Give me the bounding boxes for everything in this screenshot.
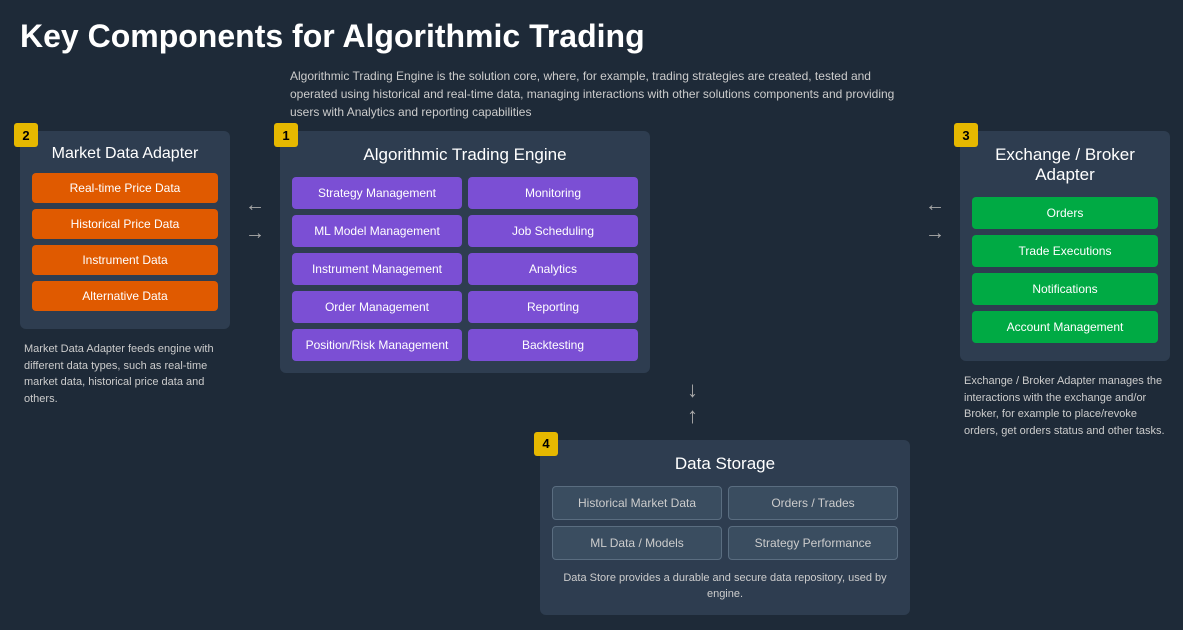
orders-trades-btn: Orders / Trades (728, 486, 898, 520)
job-scheduling-btn: Job Scheduling (468, 215, 638, 247)
right-arrow-symbol: → (245, 219, 265, 247)
engine-panel: 1 Algorithmic Trading Engine Strategy Ma… (280, 131, 650, 373)
up-arrow: ↑ (687, 403, 698, 429)
right-arrow-left: ← (925, 191, 945, 219)
reporting-btn: Reporting (468, 291, 638, 323)
storage-note: Data Store provides a durable and secure… (552, 570, 898, 603)
analytics-btn: Analytics (468, 253, 638, 285)
trade-executions-btn: Trade Executions (972, 235, 1158, 267)
storage-title: Data Storage (552, 454, 898, 474)
diagram-area: 2 Market Data Adapter Real-time Price Da… (20, 131, 1163, 615)
account-management-btn: Account Management (972, 311, 1158, 343)
down-arrow: ↓ (687, 377, 698, 403)
exchange-badge: 3 (954, 123, 978, 147)
center-col: 1 Algorithmic Trading Engine Strategy Ma… (280, 131, 910, 615)
storage-badge: 4 (534, 432, 558, 456)
strategy-management-btn: Strategy Management (292, 177, 462, 209)
market-adapter-title: Market Data Adapter (32, 145, 218, 163)
instrument-management-btn: Instrument Management (292, 253, 462, 285)
notifications-btn: Notifications (972, 273, 1158, 305)
engine-title: Algorithmic Trading Engine (292, 145, 638, 165)
vertical-arrows: ↓ ↑ (475, 377, 910, 430)
description: Algorithmic Trading Engine is the soluti… (290, 67, 910, 121)
ml-model-management-btn: ML Model Management (292, 215, 462, 247)
engine-grid: Strategy Management Monitoring ML Model … (292, 177, 638, 361)
right-arrow-right: → (925, 219, 945, 247)
position-risk-btn: Position/Risk Management (292, 329, 462, 361)
market-adapter-note: Market Data Adapter feeds engine with di… (20, 341, 230, 407)
storage-panel: 4 Data Storage Historical Market Data Or… (540, 440, 910, 615)
monitoring-btn: Monitoring (468, 177, 638, 209)
real-time-price-btn: Real-time Price Data (32, 173, 218, 203)
historical-price-btn: Historical Price Data (32, 209, 218, 239)
exchange-note: Exchange / Broker Adapter manages the in… (960, 373, 1170, 439)
market-adapter-badge: 2 (14, 123, 38, 147)
alternative-data-btn: Alternative Data (32, 281, 218, 311)
historical-market-data-btn: Historical Market Data (552, 486, 722, 520)
storage-grid: Historical Market Data Orders / Trades M… (552, 486, 898, 560)
exchange-title: Exchange / Broker Adapter (972, 145, 1158, 185)
instrument-data-btn: Instrument Data (32, 245, 218, 275)
left-arrow: ← → (230, 191, 280, 247)
backtesting-btn: Backtesting (468, 329, 638, 361)
left-arrow-symbol: ← (245, 191, 265, 219)
orders-btn: Orders (972, 197, 1158, 229)
engine-badge: 1 (274, 123, 298, 147)
main-title: Key Components for Algorithmic Trading (20, 18, 1163, 55)
strategy-performance-btn: Strategy Performance (728, 526, 898, 560)
ml-data-models-btn: ML Data / Models (552, 526, 722, 560)
market-adapter-panel: 2 Market Data Adapter Real-time Price Da… (20, 131, 230, 329)
page: Key Components for Algorithmic Trading A… (0, 0, 1183, 625)
exchange-panel: 3 Exchange / Broker Adapter Orders Trade… (960, 131, 1170, 361)
order-management-btn: Order Management (292, 291, 462, 323)
right-arrow-col: ← → (910, 191, 960, 247)
